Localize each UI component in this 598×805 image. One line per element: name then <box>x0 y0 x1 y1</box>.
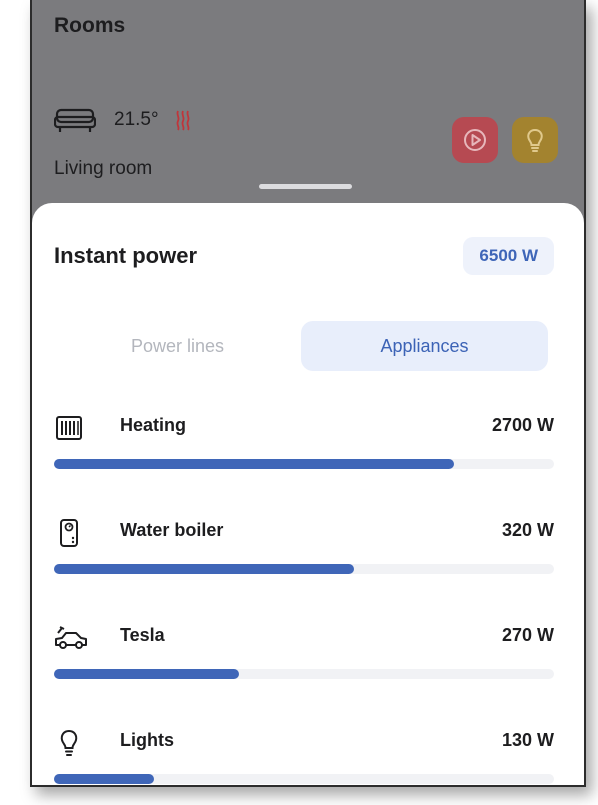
room-temperature: 21.5° <box>114 109 159 130</box>
heating-icon <box>176 110 190 131</box>
instant-power-sheet: Instant power 6500 W Power lines Applian… <box>32 203 584 785</box>
appliance-power: 320 W <box>501 520 554 540</box>
tab-power-lines[interactable]: Power lines <box>54 321 301 371</box>
appliance-name: Tesla <box>120 625 165 645</box>
appliance-list: Heating 2700 W Water boiler 320 W Tesla … <box>54 403 554 785</box>
lightbulb-icon <box>60 729 78 756</box>
appliance-power: 2700 W <box>491 415 554 435</box>
view-segmented-control: Power lines Appliances <box>54 321 548 371</box>
radiator-icon <box>56 416 82 440</box>
tab-appliances[interactable]: Appliances <box>301 321 548 371</box>
room-name: Living room <box>54 158 153 179</box>
sheet-title: Instant power <box>54 243 198 268</box>
power-bar-fill <box>54 564 354 574</box>
appliance-item-heating[interactable]: Heating 2700 W <box>54 403 554 508</box>
power-bar <box>54 564 554 574</box>
appliance-name: Water boiler <box>120 520 224 540</box>
room-summary: 21.5° <box>54 107 191 133</box>
lights-button[interactable] <box>512 117 558 163</box>
electric-car-icon <box>55 626 87 649</box>
page-title: Rooms <box>54 14 126 37</box>
power-bar-fill <box>54 669 239 679</box>
lightbulb-icon <box>527 128 543 152</box>
play-icon <box>464 129 486 151</box>
media-play-button[interactable] <box>452 117 498 163</box>
power-bar <box>54 774 554 784</box>
appliance-power: 270 W <box>501 625 554 645</box>
appliance-item-tesla[interactable]: Tesla 270 W <box>54 613 554 718</box>
appliance-name: Heating <box>120 415 187 435</box>
sheet-grabber[interactable] <box>259 184 352 189</box>
power-bar-fill <box>54 774 154 784</box>
power-bar <box>54 459 554 469</box>
total-power-badge: 6500 W <box>463 237 554 275</box>
water-boiler-icon <box>60 519 78 547</box>
power-bar-fill <box>54 459 454 469</box>
appliance-power: 130 W <box>501 730 554 750</box>
power-bar <box>54 669 554 679</box>
appliance-name: Lights <box>120 730 174 750</box>
appliance-item-lights[interactable]: Lights 130 W <box>54 718 554 785</box>
sofa-icon <box>54 108 96 132</box>
appliance-item-water-boiler[interactable]: Water boiler 320 W <box>54 508 554 613</box>
app-screen: Rooms 21.5° Living room Instant power 65… <box>30 0 586 787</box>
